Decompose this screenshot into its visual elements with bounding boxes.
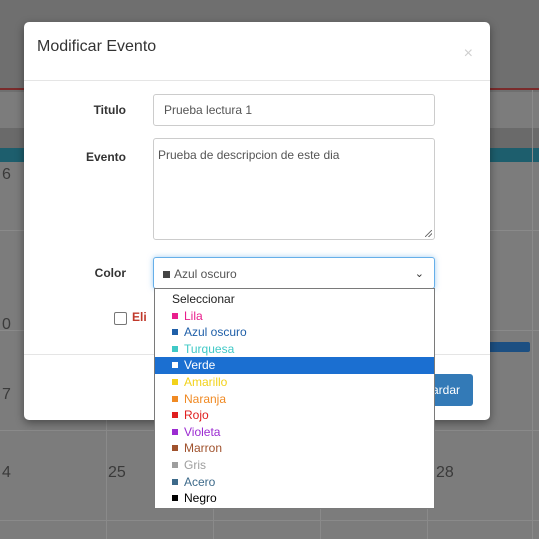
event-description-text: Prueba de descripcion de este dia [158,148,340,162]
dropdown-option[interactable]: Verde [155,357,434,374]
dropdown-option-label: Amarillo [184,375,228,389]
dropdown-option[interactable]: Violeta [155,424,434,441]
dropdown-option-label: Verde [184,358,216,373]
dropdown-option[interactable]: Naranja [155,391,434,408]
title-input[interactable]: Prueba lectura 1 [153,94,435,126]
color-select-value: Azul oscuro [174,267,237,281]
day-number: 28 [436,464,454,481]
modal-title: Modificar Evento [37,38,157,55]
dropdown-option[interactable]: Seleccionar [155,291,434,308]
color-swatch-icon [163,271,170,278]
dropdown-option[interactable]: Marron [155,440,434,457]
color-swatch-icon [172,428,178,435]
color-swatch-icon [172,329,178,336]
dropdown-option-label: Violeta [184,424,221,439]
dropdown-option[interactable]: Gris [155,457,434,474]
grid-line [0,520,539,521]
dropdown-option-label: Lila [184,308,203,323]
dropdown-option[interactable]: Azul oscuro [155,324,434,341]
dropdown-option[interactable]: Turquesa [155,341,434,358]
dropdown-option[interactable]: Rojo [155,407,434,424]
event-description-textarea[interactable]: Prueba de descripcion de este dia [153,138,435,240]
color-swatch-icon [172,312,178,319]
color-label: Color [94,266,126,280]
color-dropdown-list: Seleccionar Lila Azul oscuro Turquesa Verde A… [154,288,435,509]
color-swatch-icon [172,395,178,402]
dropdown-option-label: Negro [184,491,217,506]
delete-checkbox[interactable] [114,312,127,325]
dropdown-option-label: Seleccionar [172,292,235,306]
event-label: Evento [85,150,126,164]
dropdown-option-label: Marron [184,441,223,456]
dropdown-option-label: Acero [184,474,216,489]
close-icon[interactable]: × [464,46,473,62]
modal-header: Modificar Evento × [24,22,490,81]
dropdown-option-label: Azul oscuro [184,325,247,340]
color-swatch-icon [172,412,178,419]
dropdown-option[interactable]: Acero [155,474,434,491]
day-number: 7 [2,386,11,403]
title-label: Titulo [93,103,126,117]
day-number: 6 [2,166,11,183]
dropdown-option[interactable]: Amarillo [155,374,434,391]
day-number: 25 [108,464,126,481]
resize-handle[interactable] [425,230,432,237]
dropdown-option-label: Turquesa [184,341,235,356]
delete-label: Eli [132,310,147,324]
color-swatch-icon [172,462,178,468]
day-number: 4 [2,464,11,481]
day-number: 0 [2,316,11,333]
color-swatch-icon [172,362,178,369]
chevron-down-icon: ⌄ [414,268,424,280]
color-swatch-icon [172,445,178,452]
grid-line [532,90,533,539]
color-swatch-icon [172,495,178,502]
color-select[interactable]: Azul oscuro ⌄ [153,257,435,289]
dropdown-option-label: Naranja [184,391,227,406]
dropdown-option-label: Rojo [184,408,209,423]
dropdown-option[interactable]: Negro [155,490,434,507]
dropdown-option[interactable]: Lila [155,308,434,325]
color-swatch-icon [172,478,178,485]
dropdown-option-label: Gris [184,458,206,472]
color-swatch-icon [172,345,178,352]
color-swatch-icon [172,379,178,385]
